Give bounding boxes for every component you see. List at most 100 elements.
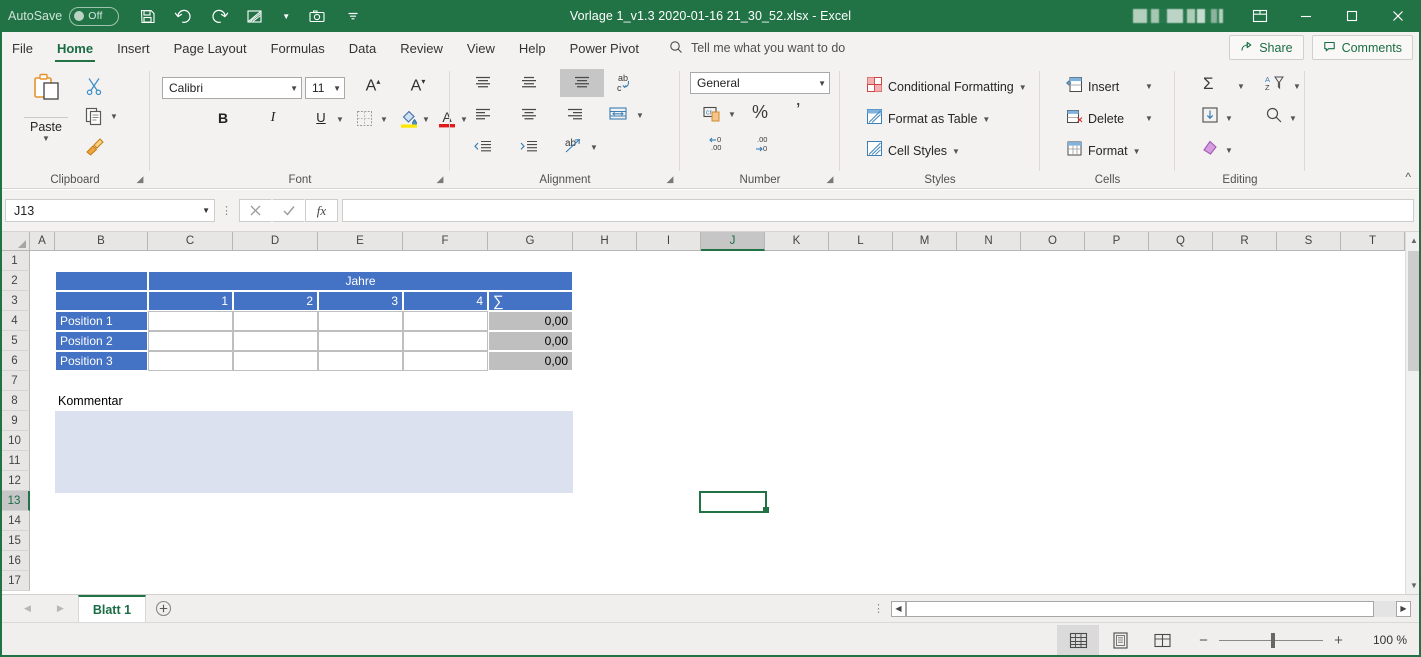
col-header-D[interactable]: D: [233, 232, 318, 251]
format-as-table-dropdown-icon[interactable]: ▼: [982, 115, 990, 124]
increase-font-size-icon[interactable]: A▴: [360, 77, 386, 95]
cell-B3[interactable]: [55, 291, 148, 311]
accounting-dropdown-icon[interactable]: ▼: [728, 110, 736, 119]
cell-D4[interactable]: [233, 311, 318, 331]
cell-D6[interactable]: [233, 351, 318, 371]
confirm-edit-icon[interactable]: [272, 199, 305, 222]
merge-dropdown-icon[interactable]: ▼: [636, 111, 644, 120]
number-format-combobox[interactable]: General ▼: [690, 72, 830, 94]
vertical-scroll-thumb[interactable]: [1408, 251, 1420, 371]
fill-color-icon[interactable]: [400, 108, 418, 133]
font-name-combobox[interactable]: Calibri ▼: [162, 77, 302, 99]
cell-D5[interactable]: [233, 331, 318, 351]
col-header-R[interactable]: R: [1213, 232, 1277, 251]
number-dialog-launcher-icon[interactable]: ◢: [824, 173, 836, 185]
conditional-formatting-button[interactable]: Conditional Formatting ▼: [866, 76, 1027, 98]
add-sheet-icon[interactable]: [146, 595, 180, 622]
picture-icon[interactable]: [237, 1, 273, 31]
selected-cell-J13[interactable]: [699, 491, 767, 513]
clipboard-dialog-launcher-icon[interactable]: ◢: [134, 173, 146, 185]
hscroll-right-icon[interactable]: ▶: [1396, 600, 1411, 617]
undo-icon[interactable]: [165, 1, 201, 31]
accounting-format-icon[interactable]: cr: [702, 104, 724, 129]
font-dialog-launcher-icon[interactable]: ◢: [434, 173, 446, 185]
zoom-slider-track[interactable]: [1219, 632, 1323, 648]
col-header-G[interactable]: G: [488, 232, 573, 251]
tab-insert[interactable]: Insert: [105, 32, 162, 64]
tab-power-pivot[interactable]: Power Pivot: [558, 32, 651, 64]
minimize-icon[interactable]: [1283, 0, 1329, 32]
cell-C2-jahre-header[interactable]: Jahre: [148, 271, 573, 291]
col-header-N[interactable]: N: [957, 232, 1021, 251]
italic-button[interactable]: I: [260, 110, 286, 126]
row-header-1[interactable]: 1: [0, 251, 30, 271]
row-header-11[interactable]: 11: [0, 451, 30, 471]
col-header-Q[interactable]: Q: [1149, 232, 1213, 251]
col-header-O[interactable]: O: [1021, 232, 1085, 251]
cancel-edit-icon[interactable]: [239, 199, 272, 222]
col-header-J[interactable]: J: [701, 232, 765, 251]
cell-E3-year-3[interactable]: 3: [318, 291, 403, 311]
comments-button[interactable]: Comments: [1311, 35, 1413, 60]
increase-decimal-icon[interactable]: 0.00: [706, 134, 732, 159]
merge-and-center-icon[interactable]: [608, 105, 628, 128]
sheet-tab-blatt-1[interactable]: Blatt 1: [77, 595, 147, 622]
save-icon[interactable]: [129, 1, 165, 31]
col-header-M[interactable]: M: [893, 232, 957, 251]
row-header-12[interactable]: 12: [0, 471, 30, 491]
col-header-A[interactable]: A: [30, 232, 55, 251]
tab-help[interactable]: Help: [507, 32, 558, 64]
col-header-P[interactable]: P: [1085, 232, 1149, 251]
zoom-level-label[interactable]: 100 %: [1363, 633, 1407, 647]
cell-B6-position-3[interactable]: Position 3: [55, 351, 148, 371]
page-layout-view-button[interactable]: [1099, 625, 1141, 655]
maximize-icon[interactable]: [1329, 0, 1375, 32]
cell-C3-year-1[interactable]: 1: [148, 291, 233, 311]
conditional-formatting-dropdown-icon[interactable]: ▼: [1019, 83, 1027, 92]
decrease-font-size-icon[interactable]: A▾: [405, 77, 431, 95]
cell-E6[interactable]: [318, 351, 403, 371]
sheet-next-icon[interactable]: ▶: [57, 603, 64, 614]
cell-C5[interactable]: [148, 331, 233, 351]
col-header-T[interactable]: T: [1341, 232, 1405, 251]
cell-styles-button[interactable]: Cell Styles ▼: [866, 140, 960, 162]
find-and-select-icon[interactable]: [1265, 106, 1283, 129]
fill-color-dropdown-icon[interactable]: ▼: [422, 115, 430, 124]
format-painter-icon[interactable]: [84, 136, 106, 161]
increase-indent-icon[interactable]: [518, 138, 540, 161]
cell-B2[interactable]: [55, 271, 148, 291]
row-header-17[interactable]: 17: [0, 571, 30, 591]
sort-filter-dropdown-icon[interactable]: ▼: [1293, 82, 1301, 91]
clear-icon[interactable]: [1201, 138, 1219, 161]
col-header-K[interactable]: K: [765, 232, 829, 251]
orientation-icon[interactable]: ab c: [612, 72, 636, 99]
scroll-up-icon[interactable]: ▲: [1406, 232, 1421, 249]
cell-F3-year-4[interactable]: 4: [403, 291, 488, 311]
cell-E5[interactable]: [318, 331, 403, 351]
select-all-corner[interactable]: [0, 232, 30, 251]
autosum-icon[interactable]: Σ: [1203, 74, 1214, 94]
underline-button[interactable]: U: [308, 110, 334, 125]
wrap-dropdown-icon[interactable]: ▼: [590, 143, 598, 152]
col-header-B[interactable]: B: [55, 232, 148, 251]
tab-file[interactable]: File: [0, 32, 45, 64]
row-header-15[interactable]: 15: [0, 531, 30, 551]
autosum-dropdown-icon[interactable]: ▼: [1237, 82, 1245, 91]
paste-button[interactable]: Paste ▼: [22, 72, 70, 143]
fill-dropdown-icon[interactable]: ▼: [1225, 114, 1233, 123]
hscroll-left-icon[interactable]: ◀: [891, 600, 906, 617]
scroll-down-icon[interactable]: ▼: [1406, 577, 1421, 594]
close-icon[interactable]: [1375, 0, 1421, 32]
row-header-3[interactable]: 3: [0, 291, 30, 311]
tab-data[interactable]: Data: [337, 32, 388, 64]
row-header-9[interactable]: 9: [0, 411, 30, 431]
autosave-control[interactable]: AutoSave Off: [8, 6, 120, 26]
cell-C6[interactable]: [148, 351, 233, 371]
name-box[interactable]: J13 ▼: [5, 199, 215, 222]
comma-style-button[interactable]: ’: [796, 100, 800, 123]
zoom-out-button[interactable]: −: [1197, 632, 1210, 649]
customize-qat-icon[interactable]: [335, 1, 371, 31]
normal-view-button[interactable]: [1057, 625, 1099, 655]
cut-icon[interactable]: [84, 76, 104, 101]
delete-dropdown-icon[interactable]: ▼: [1145, 114, 1153, 123]
